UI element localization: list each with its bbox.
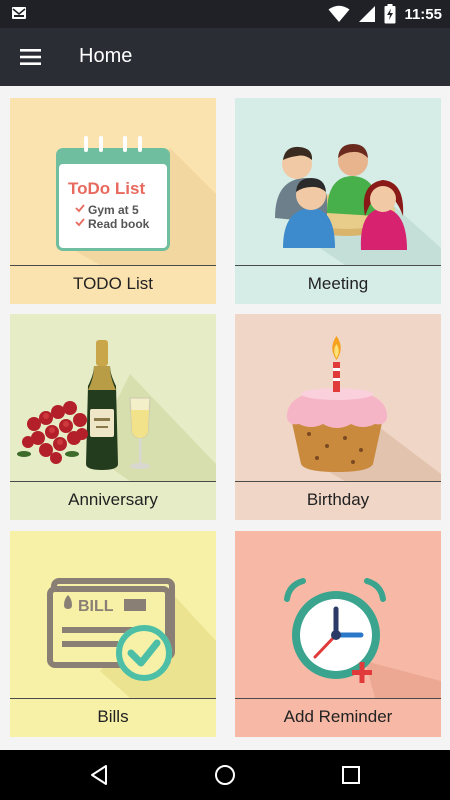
add-reminder-card[interactable]: Add Reminder (235, 531, 441, 737)
card-label-todo: TODO List (73, 274, 153, 293)
card-label-add-reminder: Add Reminder (283, 707, 393, 726)
system-nav-bar (0, 750, 450, 800)
birthday-cupcake-icon (286, 336, 441, 481)
anniversary-card[interactable]: Anniversary (10, 314, 216, 520)
home-icon[interactable] (211, 762, 239, 788)
card-divider (10, 265, 216, 266)
todo-calendar-icon: ToDo List Gym at 5 Read book (56, 136, 216, 265)
recents-icon[interactable] (337, 762, 365, 788)
bill-text: BILL (78, 598, 114, 615)
birthday-card[interactable]: Birthday (235, 314, 441, 520)
card-divider (235, 481, 441, 482)
back-icon[interactable] (85, 762, 113, 788)
bills-card[interactable]: BILL Bills (10, 531, 216, 737)
champagne-roses-icon (17, 340, 216, 481)
todo-list-card[interactable]: ToDo List Gym at 5 Read book TODO List (10, 98, 216, 304)
card-divider (235, 265, 441, 266)
alarm-clock-add-icon (284, 578, 441, 698)
calendar-heading: ToDo List (68, 179, 145, 198)
card-divider (235, 698, 441, 699)
page-title: Home (79, 45, 133, 67)
battery-charging-icon (384, 4, 396, 24)
app-bar: Home (0, 28, 450, 86)
calendar-item-1: Gym at 5 (88, 203, 139, 217)
wifi-icon (328, 5, 350, 22)
signal-icon (359, 6, 376, 22)
card-label-anniversary: Anniversary (68, 490, 158, 509)
mail-notification-icon (12, 7, 26, 19)
card-label-meeting: Meeting (307, 274, 369, 293)
card-divider (10, 698, 216, 699)
meeting-people-icon (275, 144, 441, 265)
home-grid: ToDo List Gym at 5 Read book TODO List M… (0, 86, 450, 750)
meeting-card[interactable]: Meeting (235, 98, 441, 304)
card-divider (10, 481, 216, 482)
card-label-birthday: Birthday (306, 490, 370, 509)
clock-time: 11:55 (404, 5, 442, 23)
calendar-item-2: Read book (88, 217, 150, 231)
status-bar: 11:55 (0, 0, 450, 28)
hamburger-menu-icon[interactable] (16, 43, 46, 71)
bill-paid-icon: BILL (47, 578, 216, 698)
card-label-bills: Bills (97, 707, 129, 726)
